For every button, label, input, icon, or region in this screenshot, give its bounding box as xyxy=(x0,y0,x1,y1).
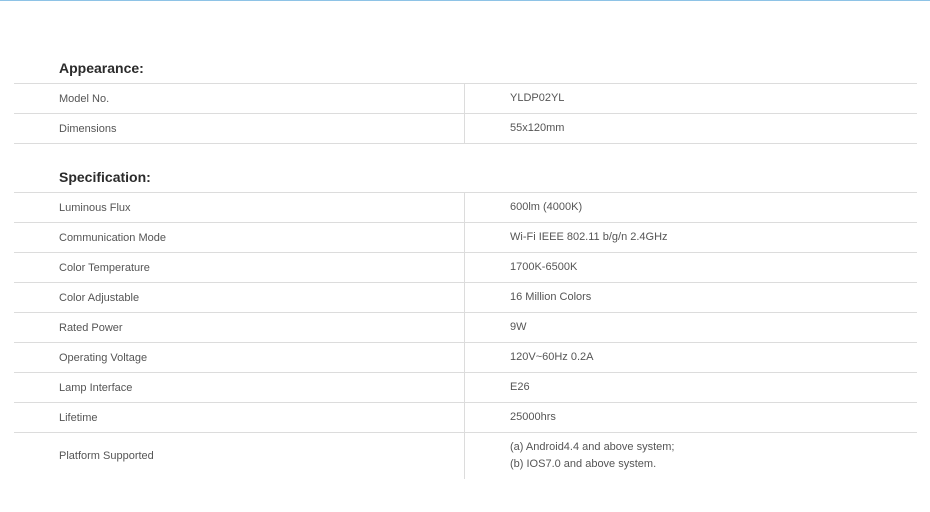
specification-heading: Specification: xyxy=(59,169,151,185)
appearance-table: Model No. YLDP02YL Dimensions 55x120mm xyxy=(14,83,917,144)
row-value: 55x120mm xyxy=(510,122,565,134)
row-label: Model No. xyxy=(14,84,465,113)
table-row: Rated Power 9W xyxy=(14,313,917,343)
row-value: 16 Million Colors xyxy=(510,291,592,303)
table-row: Lamp Interface E26 xyxy=(14,373,917,403)
row-label: Lamp Interface xyxy=(14,373,465,402)
platform-android-line: (a) Android4.4 and above system; xyxy=(510,441,675,453)
table-row: Platform Supported (a) Android4.4 and ab… xyxy=(14,433,917,479)
row-value: 120V~60Hz 0.2A xyxy=(510,351,594,363)
table-row: Luminous Flux 600lm (4000K) xyxy=(14,193,917,223)
table-row: Communication Mode Wi-Fi IEEE 802.11 b/g… xyxy=(14,223,917,253)
table-row: Model No. YLDP02YL xyxy=(14,84,917,114)
row-value: 600lm (4000K) xyxy=(510,201,583,213)
row-label: Communication Mode xyxy=(14,223,465,252)
row-label: Lifetime xyxy=(14,403,465,432)
table-row: Operating Voltage 120V~60Hz 0.2A xyxy=(14,343,917,373)
row-label: Color Adjustable xyxy=(14,283,465,312)
row-value: 25000hrs xyxy=(510,411,556,423)
row-value: 1700K-6500K xyxy=(510,261,578,273)
table-row: Dimensions 55x120mm xyxy=(14,114,917,144)
row-value: Wi-Fi IEEE 802.11 b/g/n 2.4GHz xyxy=(510,231,668,243)
row-label: Operating Voltage xyxy=(14,343,465,372)
appearance-heading: Appearance: xyxy=(59,60,144,76)
table-row: Lifetime 25000hrs xyxy=(14,403,917,433)
row-value: 9W xyxy=(510,321,527,333)
row-label: Dimensions xyxy=(14,114,465,143)
table-row: Color Temperature 1700K-6500K xyxy=(14,253,917,283)
row-value: YLDP02YL xyxy=(510,92,565,104)
row-label: Rated Power xyxy=(14,313,465,342)
platform-ios-line: (b) IOS7.0 and above system. xyxy=(510,458,657,470)
row-label: Platform Supported xyxy=(14,433,465,479)
row-value: E26 xyxy=(510,381,530,393)
table-row: Color Adjustable 16 Million Colors xyxy=(14,283,917,313)
row-value: (a) Android4.4 and above system; (b) IOS… xyxy=(465,433,917,479)
specification-table: Luminous Flux 600lm (4000K) Communicatio… xyxy=(14,192,917,479)
row-label: Luminous Flux xyxy=(14,193,465,222)
row-label: Color Temperature xyxy=(14,253,465,282)
spec-page: Appearance: Model No. YLDP02YL Dimension… xyxy=(14,0,917,479)
